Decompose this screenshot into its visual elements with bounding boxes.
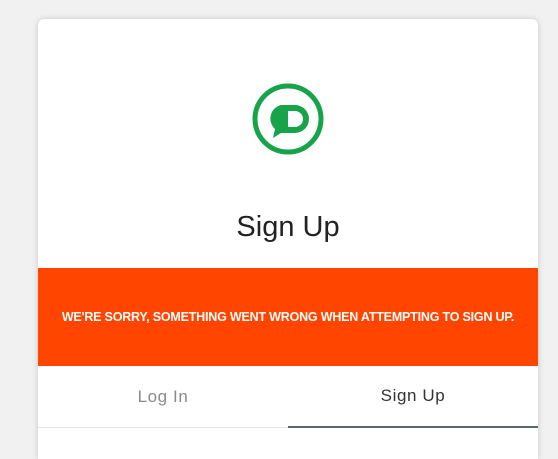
chat-bubble-icon [252, 83, 324, 155]
auth-tabs: Log In Sign Up [38, 366, 538, 428]
tab-log-in[interactable]: Log In [38, 366, 288, 428]
signup-card: Sign Up WE'RE SORRY, SOMETHING WENT WRON… [38, 19, 538, 459]
error-message: WE'RE SORRY, SOMETHING WENT WRONG WHEN A… [61, 309, 515, 324]
tab-sign-up[interactable]: Sign Up [288, 366, 538, 428]
page-title: Sign Up [236, 211, 340, 243]
error-banner: WE'RE SORRY, SOMETHING WENT WRONG WHEN A… [38, 268, 538, 366]
